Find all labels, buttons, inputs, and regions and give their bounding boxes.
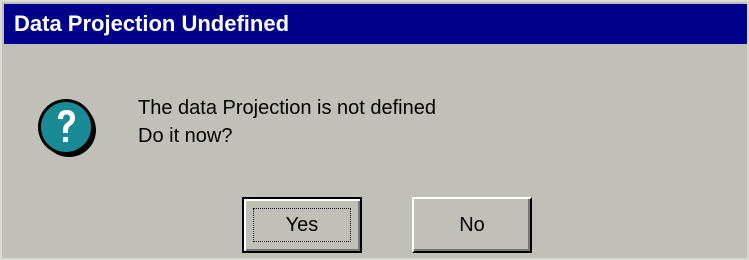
no-button-label: No [459, 213, 485, 236]
dialog-message: The data Projection is not defined Do it… [138, 94, 436, 150]
dialog-window: Data Projection Undefined The data Proje… [0, 0, 749, 260]
no-button[interactable]: No [412, 197, 532, 253]
dialog-title: Data Projection Undefined [14, 11, 290, 36]
yes-button-label: Yes [285, 213, 319, 236]
yes-button[interactable]: Yes [242, 197, 362, 253]
message-line-2: Do it now? [138, 125, 233, 147]
question-icon [36, 97, 98, 159]
title-bar[interactable]: Data Projection Undefined [4, 4, 747, 44]
message-line-1: The data Projection is not defined [138, 97, 436, 119]
